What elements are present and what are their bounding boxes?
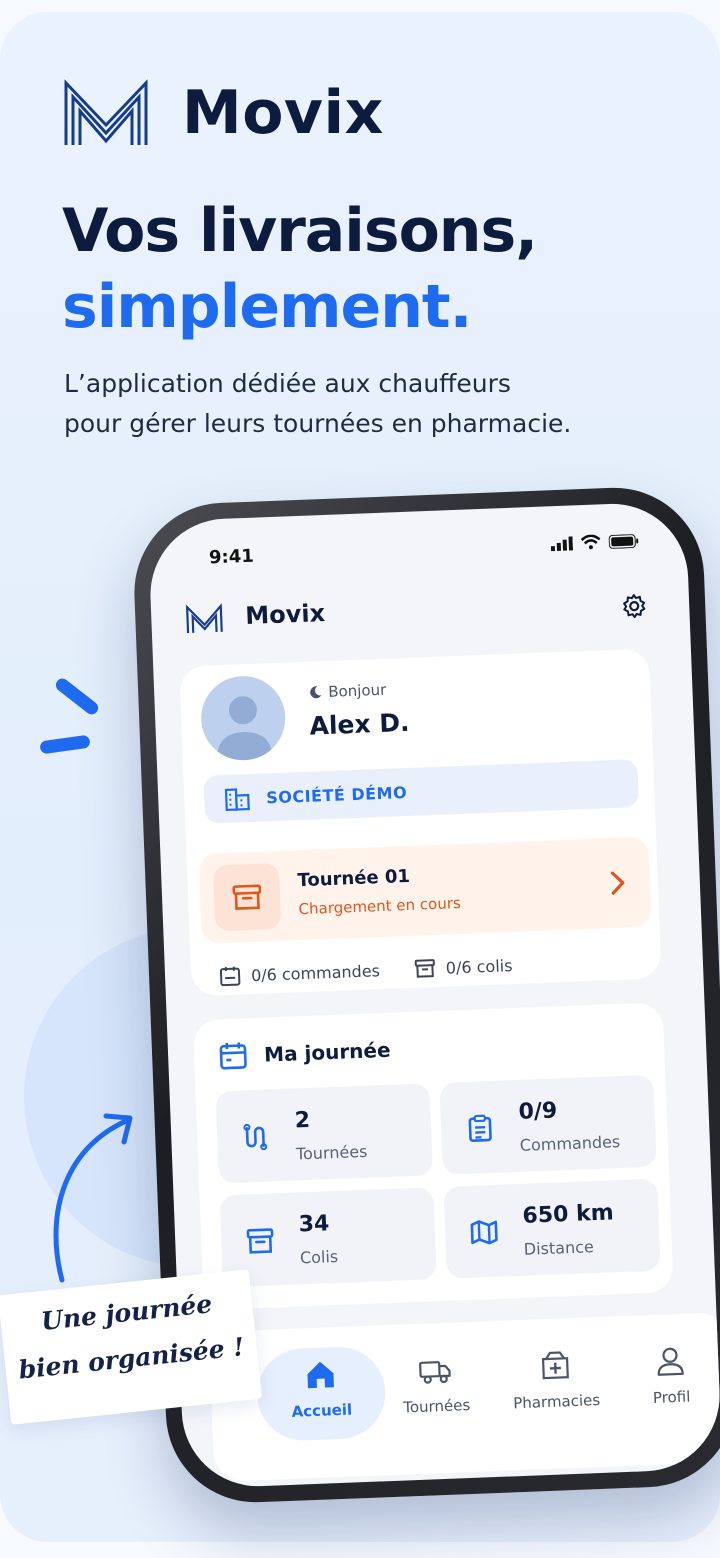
nav-item-pharmacies[interactable]: Pharmacies [500,1347,612,1413]
current-tour-card[interactable]: Tournée 01 Chargement en cours [198,836,652,944]
calendar-icon [219,1042,247,1070]
day-summary-header: Ma journée [218,1035,391,1072]
brand-name: Movix [182,78,384,148]
nav-item-tournees[interactable]: Tournées [380,1351,492,1417]
stat-tile-tournees[interactable]: 2 Tournées [215,1083,433,1184]
stat-value: 34 [298,1211,330,1238]
packages-count: 0/6 colis [445,955,513,978]
truck-icon [419,1361,451,1384]
home-icon [307,1361,334,1389]
user-icon [657,1347,684,1376]
stat-label: Colis [299,1246,339,1268]
calendar-list-icon [219,966,241,987]
day-summary-card: Ma journée 2 Tournées 0/9 Commandes 34 C… [192,1002,674,1311]
nav-item-profil[interactable]: Profil [615,1342,720,1408]
avatar-placeholder-icon [216,696,273,762]
stat-tile-commandes[interactable]: 0/9 Commandes [439,1074,657,1175]
battery-icon [608,533,639,549]
tour-icon-box [212,862,282,932]
clipboard-icon [468,1114,492,1142]
app-logo-icon [185,603,223,634]
headline-line-1: Vos livraisons, [62,196,538,266]
moon-icon [310,686,322,699]
nav-label: Pharmacies [512,1391,601,1413]
subtitle-line-2: pour gérer leurs tournées en pharmacie. [64,409,572,438]
stat-tile-distance[interactable]: 650 km Distance [443,1178,661,1279]
movix-logo-icon [64,79,148,145]
map-icon [470,1220,498,1245]
user-card: Bonjour Alex D. SOCIÉTÉ DÉMO Tournée 01 … [179,648,662,997]
box-icon [414,959,435,978]
nav-label: Profil [652,1387,691,1407]
stat-value: 2 [294,1107,311,1134]
company-badge[interactable]: SOCIÉTÉ DÉMO [203,759,639,824]
nav-label: Accueil [291,1400,353,1421]
packages-stat: 0/6 colis [413,954,513,980]
subtitle-line-1: L’application dédiée aux chauffeurs [64,369,511,398]
day-summary-title: Ma journée [263,1037,391,1067]
stat-label: Distance [523,1237,595,1259]
building-icon [224,788,250,812]
stat-label: Tournées [295,1141,368,1164]
chevron-right-icon[interactable] [605,869,630,896]
bottom-navigation: Accueil Tournées Pharmacies Profil [208,1312,720,1482]
nav-label: Tournées [402,1395,471,1417]
status-bar-time: 9:41 [208,545,255,569]
archive-box-icon [232,884,262,910]
nav-item-accueil[interactable]: Accueil [265,1356,377,1422]
headline-line-2: simplement. [62,272,472,342]
greeting: Bonjour [308,681,387,702]
company-name: SOCIÉTÉ DÉMO [265,782,408,807]
orders-stat: 0/6 commandes [219,959,381,987]
stat-label: Commandes [519,1132,621,1155]
user-name: Alex D. [309,707,411,741]
stat-value: 650 km [522,1200,615,1229]
avatar[interactable] [199,674,287,762]
tour-stats: 0/6 commandes 0/6 colis [219,954,513,987]
wifi-icon [580,534,601,550]
app-name: Movix [244,598,326,631]
pharmacy-icon [541,1351,569,1380]
gear-icon[interactable] [621,593,648,620]
stat-tile-colis[interactable]: 34 Colis [219,1187,437,1288]
box-icon [246,1228,274,1254]
tour-status: Chargement en cours [298,893,462,919]
status-bar-icons [550,533,639,551]
tour-title: Tournée 01 [297,865,411,892]
route-icon [243,1123,268,1151]
subtitle: L’application dédiée aux chauffeurs pour… [64,364,684,444]
greeting-text: Bonjour [327,680,387,701]
signal-icon [550,535,574,551]
stat-value: 0/9 [518,1098,558,1125]
brand-header: Movix [62,78,384,148]
orders-count: 0/6 commandes [250,960,381,985]
curved-arrow-icon [53,1113,133,1283]
